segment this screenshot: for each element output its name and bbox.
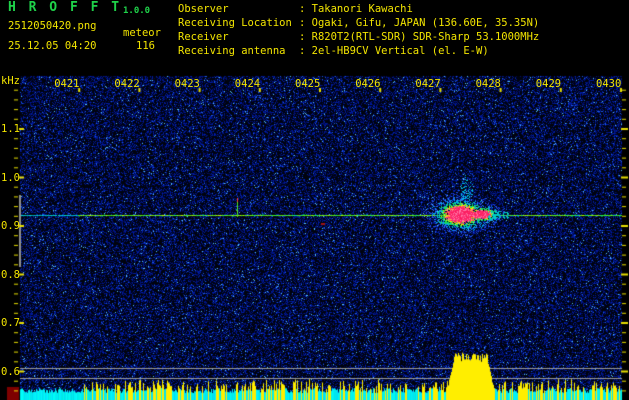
capture-filename: 2512050420.png [8,20,97,32]
mode-label: meteor [123,27,161,39]
station-info-value: : 2el-HB9CV Vertical (el. E-W) [299,45,489,57]
time-tick-label: 0430 [596,78,622,90]
station-info-value: : R820T2(RTL-SDR) SDR-Sharp 53.1000MHz [299,31,540,43]
freq-tick-label: 1.1 [1,123,20,135]
station-info-value: : Ogaki, Gifu, JAPAN (136.60E, 35.35N) [299,17,540,29]
freq-tick-label: 0.9 [1,220,20,232]
station-info-row: Observer : Takanori Kawachi [178,2,539,16]
station-info-row: Receiver : R820T2(RTL-SDR) SDR-Sharp 53.1… [178,30,539,44]
time-tick-label: 0423 [174,78,200,90]
station-info-value: : Takanori Kawachi [299,3,413,15]
freq-tick-label: 0.6 [1,365,20,378]
station-info-label: Receiving antenna [178,45,286,57]
hrofft-window: H R O F F T 1.0.0 2512050420.png meteor … [0,0,629,400]
station-info-label: Observer [178,3,229,15]
time-tick-label: 0422 [114,78,140,90]
app-title: H R O F F T [8,0,122,15]
time-tick-label: 0428 [475,78,501,90]
time-tick-label: 0421 [54,78,80,90]
app-version: 1.0.0 [123,6,151,16]
station-info-row: Receiving antenna : 2el-HB9CV Vertical (e… [178,44,539,58]
freq-tick-label: 1.0 [1,171,20,184]
time-tick-label: 0426 [355,78,381,90]
echo-count: 116 [136,40,155,52]
station-info-label: Receiver [178,31,229,43]
station-info-label: Receiving Location [178,17,292,29]
freq-tick-label: 0.8 [1,268,20,281]
frequency-unit-label: kHz [1,75,20,87]
timestamp: 25.12.05 04:20 [8,40,97,52]
station-info: Observer: Takanori Kawachi Receiving Loca… [178,2,539,58]
time-tick-label: 0424 [234,78,261,90]
time-tick-label: 0429 [535,78,562,90]
spectrogram-canvas [0,0,629,400]
freq-tick-label: 0.7 [1,317,20,329]
time-tick-label: 0425 [295,78,321,90]
station-info-row: Receiving Location : Ogaki, Gifu, JAPAN (… [178,16,539,30]
time-tick-label: 0427 [415,78,441,90]
